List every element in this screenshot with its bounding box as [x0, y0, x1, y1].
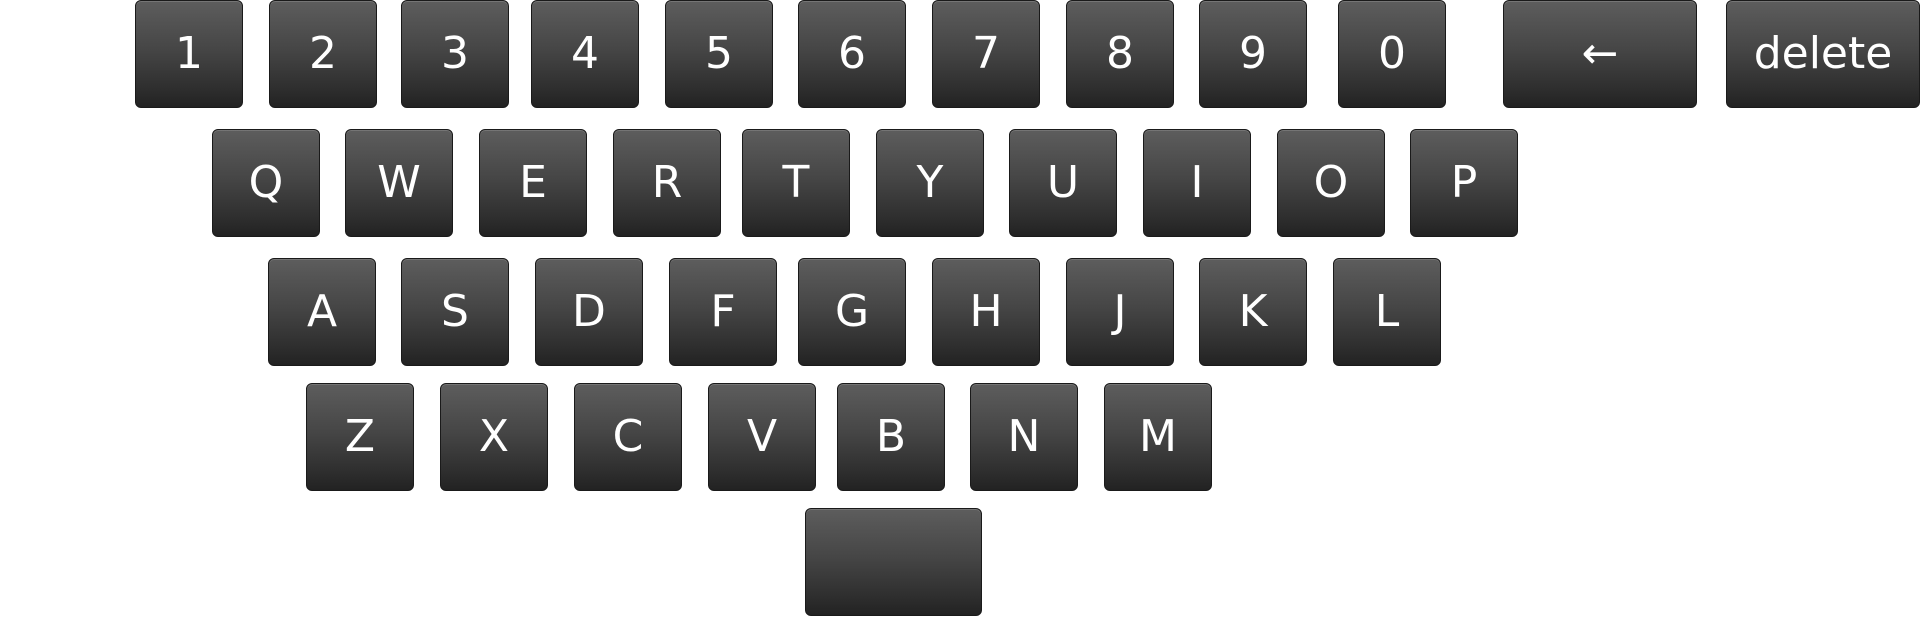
- key-label: E: [519, 157, 547, 208]
- key-b[interactable]: B: [837, 383, 945, 491]
- key-a[interactable]: A: [268, 258, 376, 366]
- key-label: I: [1190, 157, 1204, 208]
- key-5[interactable]: 5: [665, 0, 773, 108]
- key-label: A: [306, 286, 338, 337]
- key-label: 9: [1239, 28, 1267, 79]
- key-label: X: [478, 411, 510, 462]
- key-1[interactable]: 1: [135, 0, 243, 108]
- key-label: 1: [175, 28, 203, 79]
- key-label: Q: [248, 157, 284, 208]
- key-label: Z: [344, 411, 376, 462]
- key-label: delete: [1753, 28, 1893, 79]
- key-label: Y: [916, 157, 944, 208]
- key-label: 7: [972, 28, 1000, 79]
- key-label: D: [572, 286, 606, 337]
- key-label: K: [1238, 286, 1268, 337]
- key-label: T: [782, 157, 810, 208]
- key-m[interactable]: M: [1104, 383, 1212, 491]
- key-f[interactable]: F: [669, 258, 777, 366]
- key-label: 3: [441, 28, 469, 79]
- key-s[interactable]: S: [401, 258, 509, 366]
- key-q[interactable]: Q: [212, 129, 320, 237]
- key-label: W: [377, 157, 421, 208]
- key-label: 4: [571, 28, 599, 79]
- key-d[interactable]: D: [535, 258, 643, 366]
- key-label: 0: [1378, 28, 1406, 79]
- key-label: B: [875, 411, 907, 462]
- key-o[interactable]: O: [1277, 129, 1385, 237]
- key-x[interactable]: X: [440, 383, 548, 491]
- key-label: H: [969, 286, 1003, 337]
- key-label: G: [834, 286, 870, 337]
- key-i[interactable]: I: [1143, 129, 1251, 237]
- key-c[interactable]: C: [574, 383, 682, 491]
- key-9[interactable]: 9: [1199, 0, 1307, 108]
- key-label: 2: [309, 28, 337, 79]
- key-4[interactable]: 4: [531, 0, 639, 108]
- key-t[interactable]: T: [742, 129, 850, 237]
- key-label: C: [612, 411, 644, 462]
- key-u[interactable]: U: [1009, 129, 1117, 237]
- key-label: J: [1113, 286, 1127, 337]
- key-label: O: [1313, 157, 1349, 208]
- key-label: R: [651, 157, 683, 208]
- key-k[interactable]: K: [1199, 258, 1307, 366]
- key-l[interactable]: L: [1333, 258, 1441, 366]
- key-label: 5: [705, 28, 733, 79]
- key-label: P: [1450, 157, 1478, 208]
- backspace-key[interactable]: ←: [1503, 0, 1697, 108]
- key-w[interactable]: W: [345, 129, 453, 237]
- key-label: 6: [838, 28, 866, 79]
- key-7[interactable]: 7: [932, 0, 1040, 108]
- key-v[interactable]: V: [708, 383, 816, 491]
- key-label: U: [1046, 157, 1080, 208]
- key-0[interactable]: 0: [1338, 0, 1446, 108]
- delete-key[interactable]: delete: [1726, 0, 1920, 108]
- key-3[interactable]: 3: [401, 0, 509, 108]
- on-screen-keyboard: 1 2 3 4 5 6 7 8 9 0 ← delete Q W E R T Y…: [0, 0, 1920, 617]
- key-g[interactable]: G: [798, 258, 906, 366]
- key-h[interactable]: H: [932, 258, 1040, 366]
- key-2[interactable]: 2: [269, 0, 377, 108]
- key-label: S: [441, 286, 469, 337]
- space-bar[interactable]: [805, 508, 982, 616]
- key-z[interactable]: Z: [306, 383, 414, 491]
- key-6[interactable]: 6: [798, 0, 906, 108]
- key-p[interactable]: P: [1410, 129, 1518, 237]
- left-arrow-icon: ←: [1581, 28, 1619, 79]
- key-label: 8: [1106, 28, 1134, 79]
- key-label: L: [1374, 286, 1400, 337]
- key-8[interactable]: 8: [1066, 0, 1174, 108]
- key-e[interactable]: E: [479, 129, 587, 237]
- key-label: M: [1139, 411, 1177, 462]
- key-r[interactable]: R: [613, 129, 721, 237]
- key-n[interactable]: N: [970, 383, 1078, 491]
- key-label: F: [710, 286, 736, 337]
- key-label: N: [1007, 411, 1041, 462]
- key-label: V: [746, 411, 778, 462]
- key-y[interactable]: Y: [876, 129, 984, 237]
- key-j[interactable]: J: [1066, 258, 1174, 366]
